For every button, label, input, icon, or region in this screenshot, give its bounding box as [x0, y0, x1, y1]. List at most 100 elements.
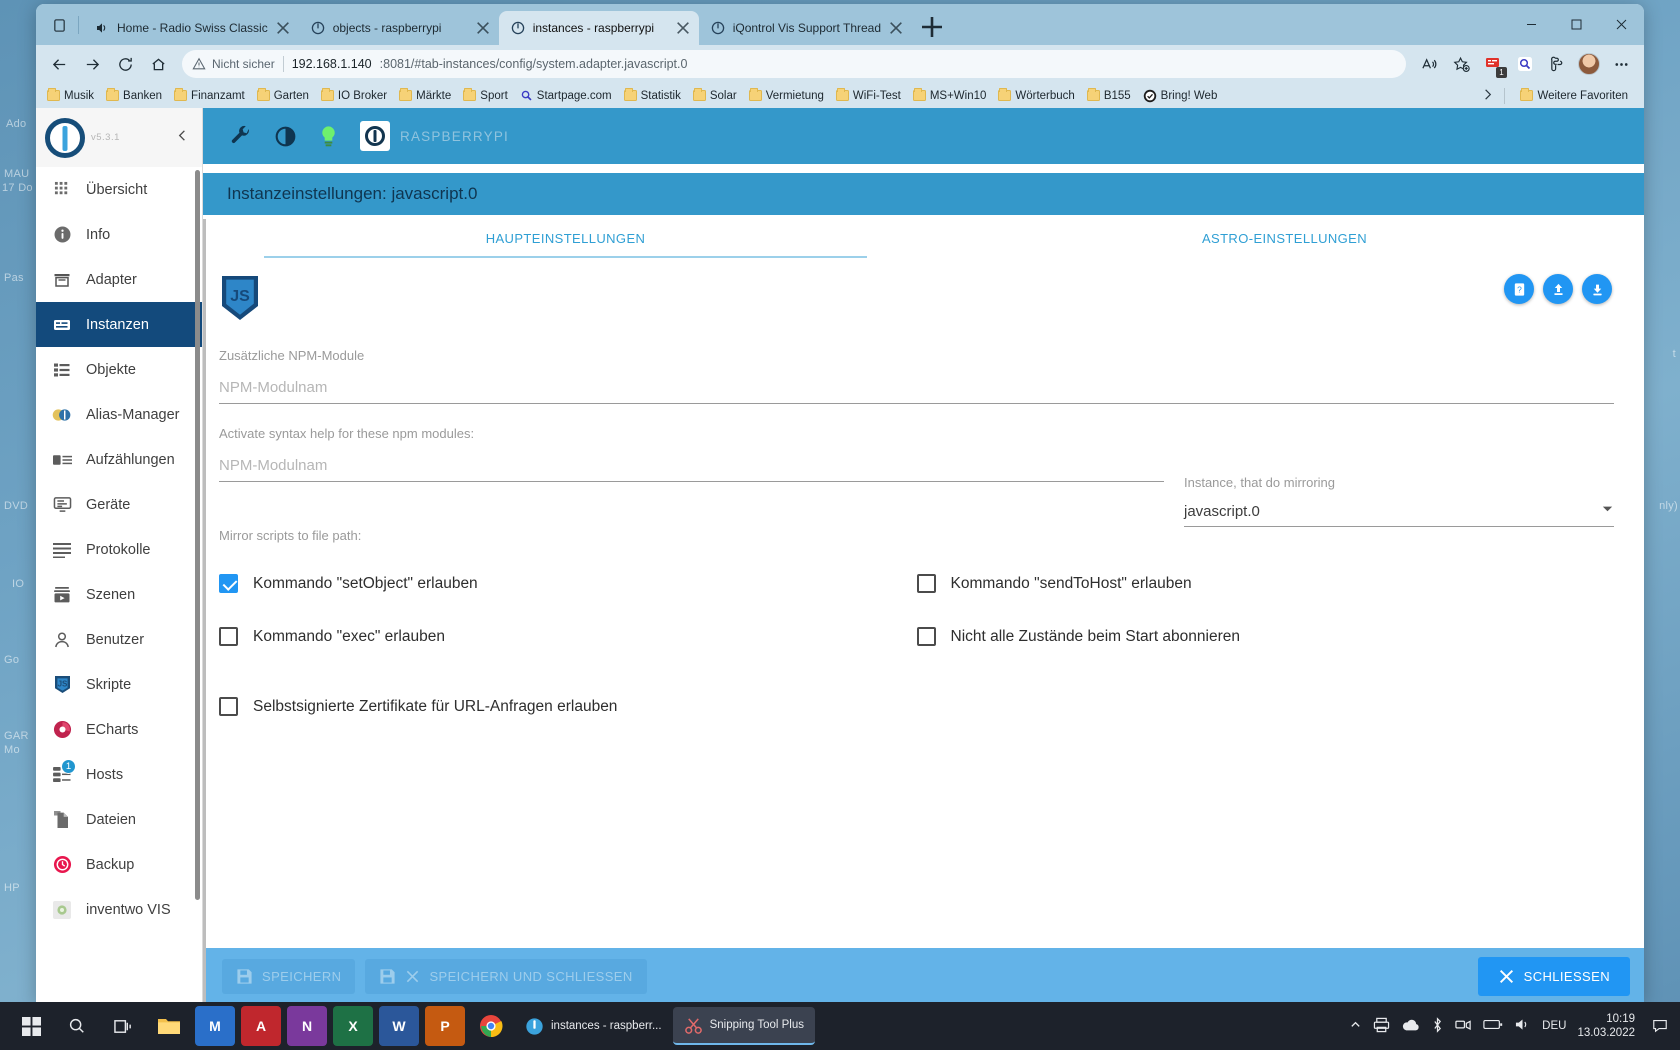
sidebar-item-dateien[interactable]: Dateien	[36, 797, 202, 842]
sidebar-item-info[interactable]: Info	[36, 212, 202, 257]
taskbar-app-powerpoint[interactable]: P	[422, 1002, 468, 1050]
home-icon[interactable]	[143, 49, 174, 80]
bookmark-item[interactable]: Statistik	[619, 88, 686, 104]
search-icon[interactable]	[54, 1002, 100, 1050]
taskbar-window-instances[interactable]: instances - raspberr...	[514, 1007, 673, 1045]
search-extension-icon[interactable]	[1510, 49, 1540, 79]
browser-tab[interactable]: iQontrol Vis Support Thread	[699, 11, 912, 45]
help-button[interactable]: ?	[1504, 274, 1534, 304]
checkbox-exec[interactable]	[219, 627, 238, 646]
taskbar-app-chrome[interactable]	[468, 1002, 514, 1050]
sidebar-item-objekte[interactable]: Objekte	[36, 347, 202, 392]
sidebar-item-uebersicht[interactable]: Übersicht	[36, 167, 202, 212]
close-button[interactable]: SCHLIESSEN	[1477, 956, 1630, 996]
avatar[interactable]	[1574, 49, 1604, 79]
tray-onedrive-icon[interactable]	[1401, 1018, 1420, 1035]
npm-modules-input[interactable]: NPM-Modulnam	[219, 363, 1614, 404]
checkbox-row-selfsigned[interactable]: Selbstsignierte Zertifikate für URL-Anfr…	[219, 680, 917, 733]
tab-astro-einstellungen[interactable]: ASTRO-EINSTELLUNGEN	[925, 219, 1644, 258]
minimize-button[interactable]	[1509, 4, 1554, 45]
sidebar-item-adapter[interactable]: Adapter	[36, 257, 202, 302]
new-tab-button[interactable]	[918, 13, 946, 41]
taskbar-app-word[interactable]: W	[376, 1002, 422, 1050]
add-favorite-icon[interactable]	[1446, 49, 1476, 79]
start-button[interactable]	[8, 1002, 54, 1050]
save-and-close-button[interactable]: SPEICHERN UND SCHLIESSEN	[365, 958, 647, 994]
chevron-right-icon[interactable]	[1481, 88, 1494, 104]
bookmark-item[interactable]: Solar	[688, 88, 742, 104]
collections-icon[interactable]	[1542, 49, 1572, 79]
forward-icon[interactable]	[77, 49, 108, 80]
tray-battery-icon[interactable]	[1483, 1018, 1503, 1034]
checkbox-subscribe[interactable]	[916, 627, 936, 646]
reload-icon[interactable]	[110, 49, 141, 80]
address-bar[interactable]: Nicht sicher 192.168.1.140:8081/#tab-ins…	[182, 50, 1406, 78]
close-icon[interactable]	[888, 20, 904, 36]
checkbox-sendtohost[interactable]	[916, 574, 936, 593]
tray-volume-icon[interactable]	[1514, 1017, 1531, 1035]
close-icon[interactable]	[675, 20, 691, 36]
close-icon[interactable]	[475, 20, 491, 36]
tray-expand-icon[interactable]	[1349, 1018, 1362, 1034]
more-options-icon[interactable]	[1606, 49, 1636, 79]
checkbox-selfsigned[interactable]	[219, 697, 238, 716]
taskbar-app-excel[interactable]: X	[330, 1002, 376, 1050]
contrast-icon[interactable]	[274, 125, 297, 148]
checkbox-row-exec[interactable]: Kommando "exec" erlauben	[219, 610, 917, 663]
bulb-icon[interactable]	[319, 125, 338, 148]
bookmark-item[interactable]: Startpage.com	[515, 87, 617, 104]
sidebar-item-szenen[interactable]: Szenen	[36, 572, 202, 617]
bookmark-item[interactable]: Wörterbuch	[993, 88, 1079, 104]
bookmark-item[interactable]: Bring! Web	[1138, 87, 1223, 105]
save-button[interactable]: SPEICHERN	[222, 958, 356, 994]
notifications-icon[interactable]	[1652, 1017, 1668, 1036]
bookmark-item[interactable]: Sport	[458, 88, 513, 104]
sidebar-item-inventwo-vis[interactable]: inventwo VIS	[36, 887, 202, 932]
checkbox-row-setobject[interactable]: Kommando "setObject" erlauben	[219, 557, 917, 610]
extension-icon[interactable]: 1	[1478, 49, 1508, 79]
bookmark-item[interactable]: IO Broker	[316, 88, 392, 104]
bookmark-item[interactable]: Finanzamt	[169, 88, 250, 104]
bookmark-item[interactable]: Märkte	[394, 88, 456, 104]
tray-printer-icon[interactable]	[1373, 1017, 1390, 1036]
collapse-sidebar-button[interactable]	[175, 128, 190, 148]
checkbox-row-sendtohost[interactable]: Kommando "sendToHost" erlauben	[916, 557, 1615, 610]
sidebar-item-aufzaehlungen[interactable]: Aufzählungen	[36, 437, 202, 482]
close-icon[interactable]	[275, 20, 291, 36]
sidebar-item-echarts[interactable]: ECharts	[36, 707, 202, 752]
checkbox-setobject[interactable]	[219, 574, 238, 593]
sidebar-item-alias-manager[interactable]: Alias-Manager	[36, 392, 202, 437]
tray-network-icon[interactable]	[1455, 1018, 1472, 1035]
read-aloud-icon[interactable]	[1414, 49, 1444, 79]
bookmark-item[interactable]: WiFi-Test	[831, 88, 906, 104]
taskbar-clock[interactable]: 10:19 13.03.2022	[1577, 1012, 1641, 1041]
taskbar-app-onenote[interactable]: N	[284, 1002, 330, 1050]
bookmark-item[interactable]: B155	[1082, 88, 1136, 104]
taskview-icon[interactable]	[100, 1002, 146, 1050]
sidebar-item-protokolle[interactable]: Protokolle	[36, 527, 202, 572]
bookmark-item[interactable]: Garten	[252, 88, 314, 104]
bookmark-item[interactable]: Banken	[101, 88, 167, 104]
tray-bluetooth-icon[interactable]	[1431, 1016, 1444, 1036]
host-chip[interactable]: RASPBERRYPI	[360, 121, 509, 151]
download-button[interactable]	[1582, 274, 1612, 304]
sidebar-scrollbar[interactable]	[195, 170, 200, 900]
wrench-icon[interactable]	[229, 125, 252, 148]
taskbar-window-snipping-tool[interactable]: Snipping Tool Plus	[672, 1007, 815, 1045]
maximize-button[interactable]	[1554, 4, 1599, 45]
tab-haupteinstellungen[interactable]: HAUPTEINSTELLUNGEN	[206, 219, 925, 258]
chevron-down-icon[interactable]	[1601, 502, 1614, 520]
sidebar-item-geraete[interactable]: Geräte	[36, 482, 202, 527]
taskbar-app-store[interactable]: M	[192, 1002, 238, 1050]
browser-tab[interactable]: Home - Radio Swiss Classic	[83, 11, 299, 45]
sidebar-item-benutzer[interactable]: Benutzer	[36, 617, 202, 662]
bookmark-item[interactable]: Musik	[42, 88, 99, 104]
sidebar-item-skripte[interactable]: JS Skripte	[36, 662, 202, 707]
browser-tab-active[interactable]: instances - raspberrypi	[498, 11, 699, 45]
taskbar-app-explorer[interactable]	[146, 1002, 192, 1050]
mirror-instance-select[interactable]: javascript.0	[1184, 490, 1614, 527]
sidebar-item-hosts[interactable]: 1 Hosts	[36, 752, 202, 797]
tab-search-icon[interactable]	[42, 8, 76, 42]
back-icon[interactable]	[44, 49, 75, 80]
close-window-button[interactable]	[1599, 4, 1644, 45]
